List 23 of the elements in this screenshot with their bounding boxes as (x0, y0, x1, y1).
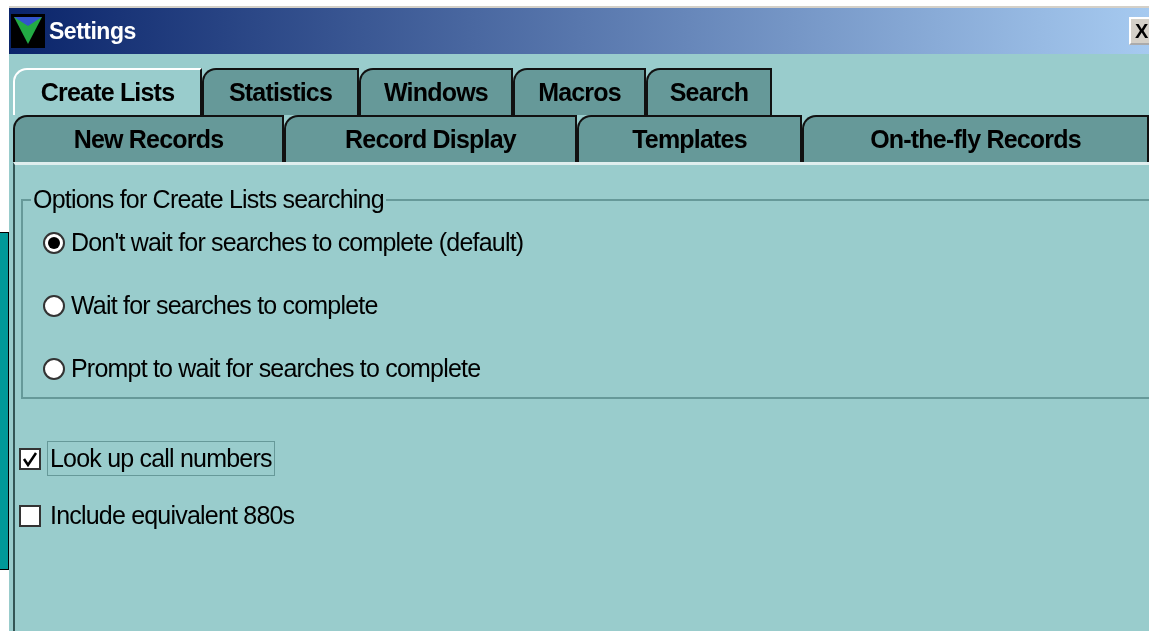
logo-icon (11, 14, 45, 48)
tab[interactable]: Statistics (202, 68, 359, 115)
tab[interactable]: New Records (13, 115, 284, 162)
tab[interactable]: Search (646, 68, 772, 115)
group-title: Options for Create Lists searching (32, 185, 385, 214)
checkbox[interactable] (19, 447, 41, 470)
radio-button[interactable] (43, 357, 65, 380)
close-button[interactable]: X (1129, 17, 1149, 45)
radio-label: Prompt to wait for searches to complete (71, 354, 481, 383)
tab[interactable]: Windows (359, 68, 513, 115)
checkbox-label: Include equivalent 880s (49, 500, 296, 531)
radio-button[interactable] (43, 294, 65, 317)
window-title: Settings (49, 17, 136, 45)
tab[interactable]: Templates (577, 115, 802, 162)
radio-label: Don't wait for searches to complete (default) (71, 228, 524, 257)
checkbox-label: Look up call numbers (47, 441, 275, 476)
tab[interactable]: On-the-fly Records (802, 115, 1149, 162)
radio-label: Wait for searches to complete (71, 291, 378, 320)
tab[interactable]: Macros (513, 68, 646, 115)
radio-button[interactable] (43, 231, 65, 254)
tab[interactable]: Record Display (284, 115, 577, 162)
checkbox[interactable] (19, 504, 41, 527)
tab[interactable]: Create Lists (13, 68, 202, 115)
